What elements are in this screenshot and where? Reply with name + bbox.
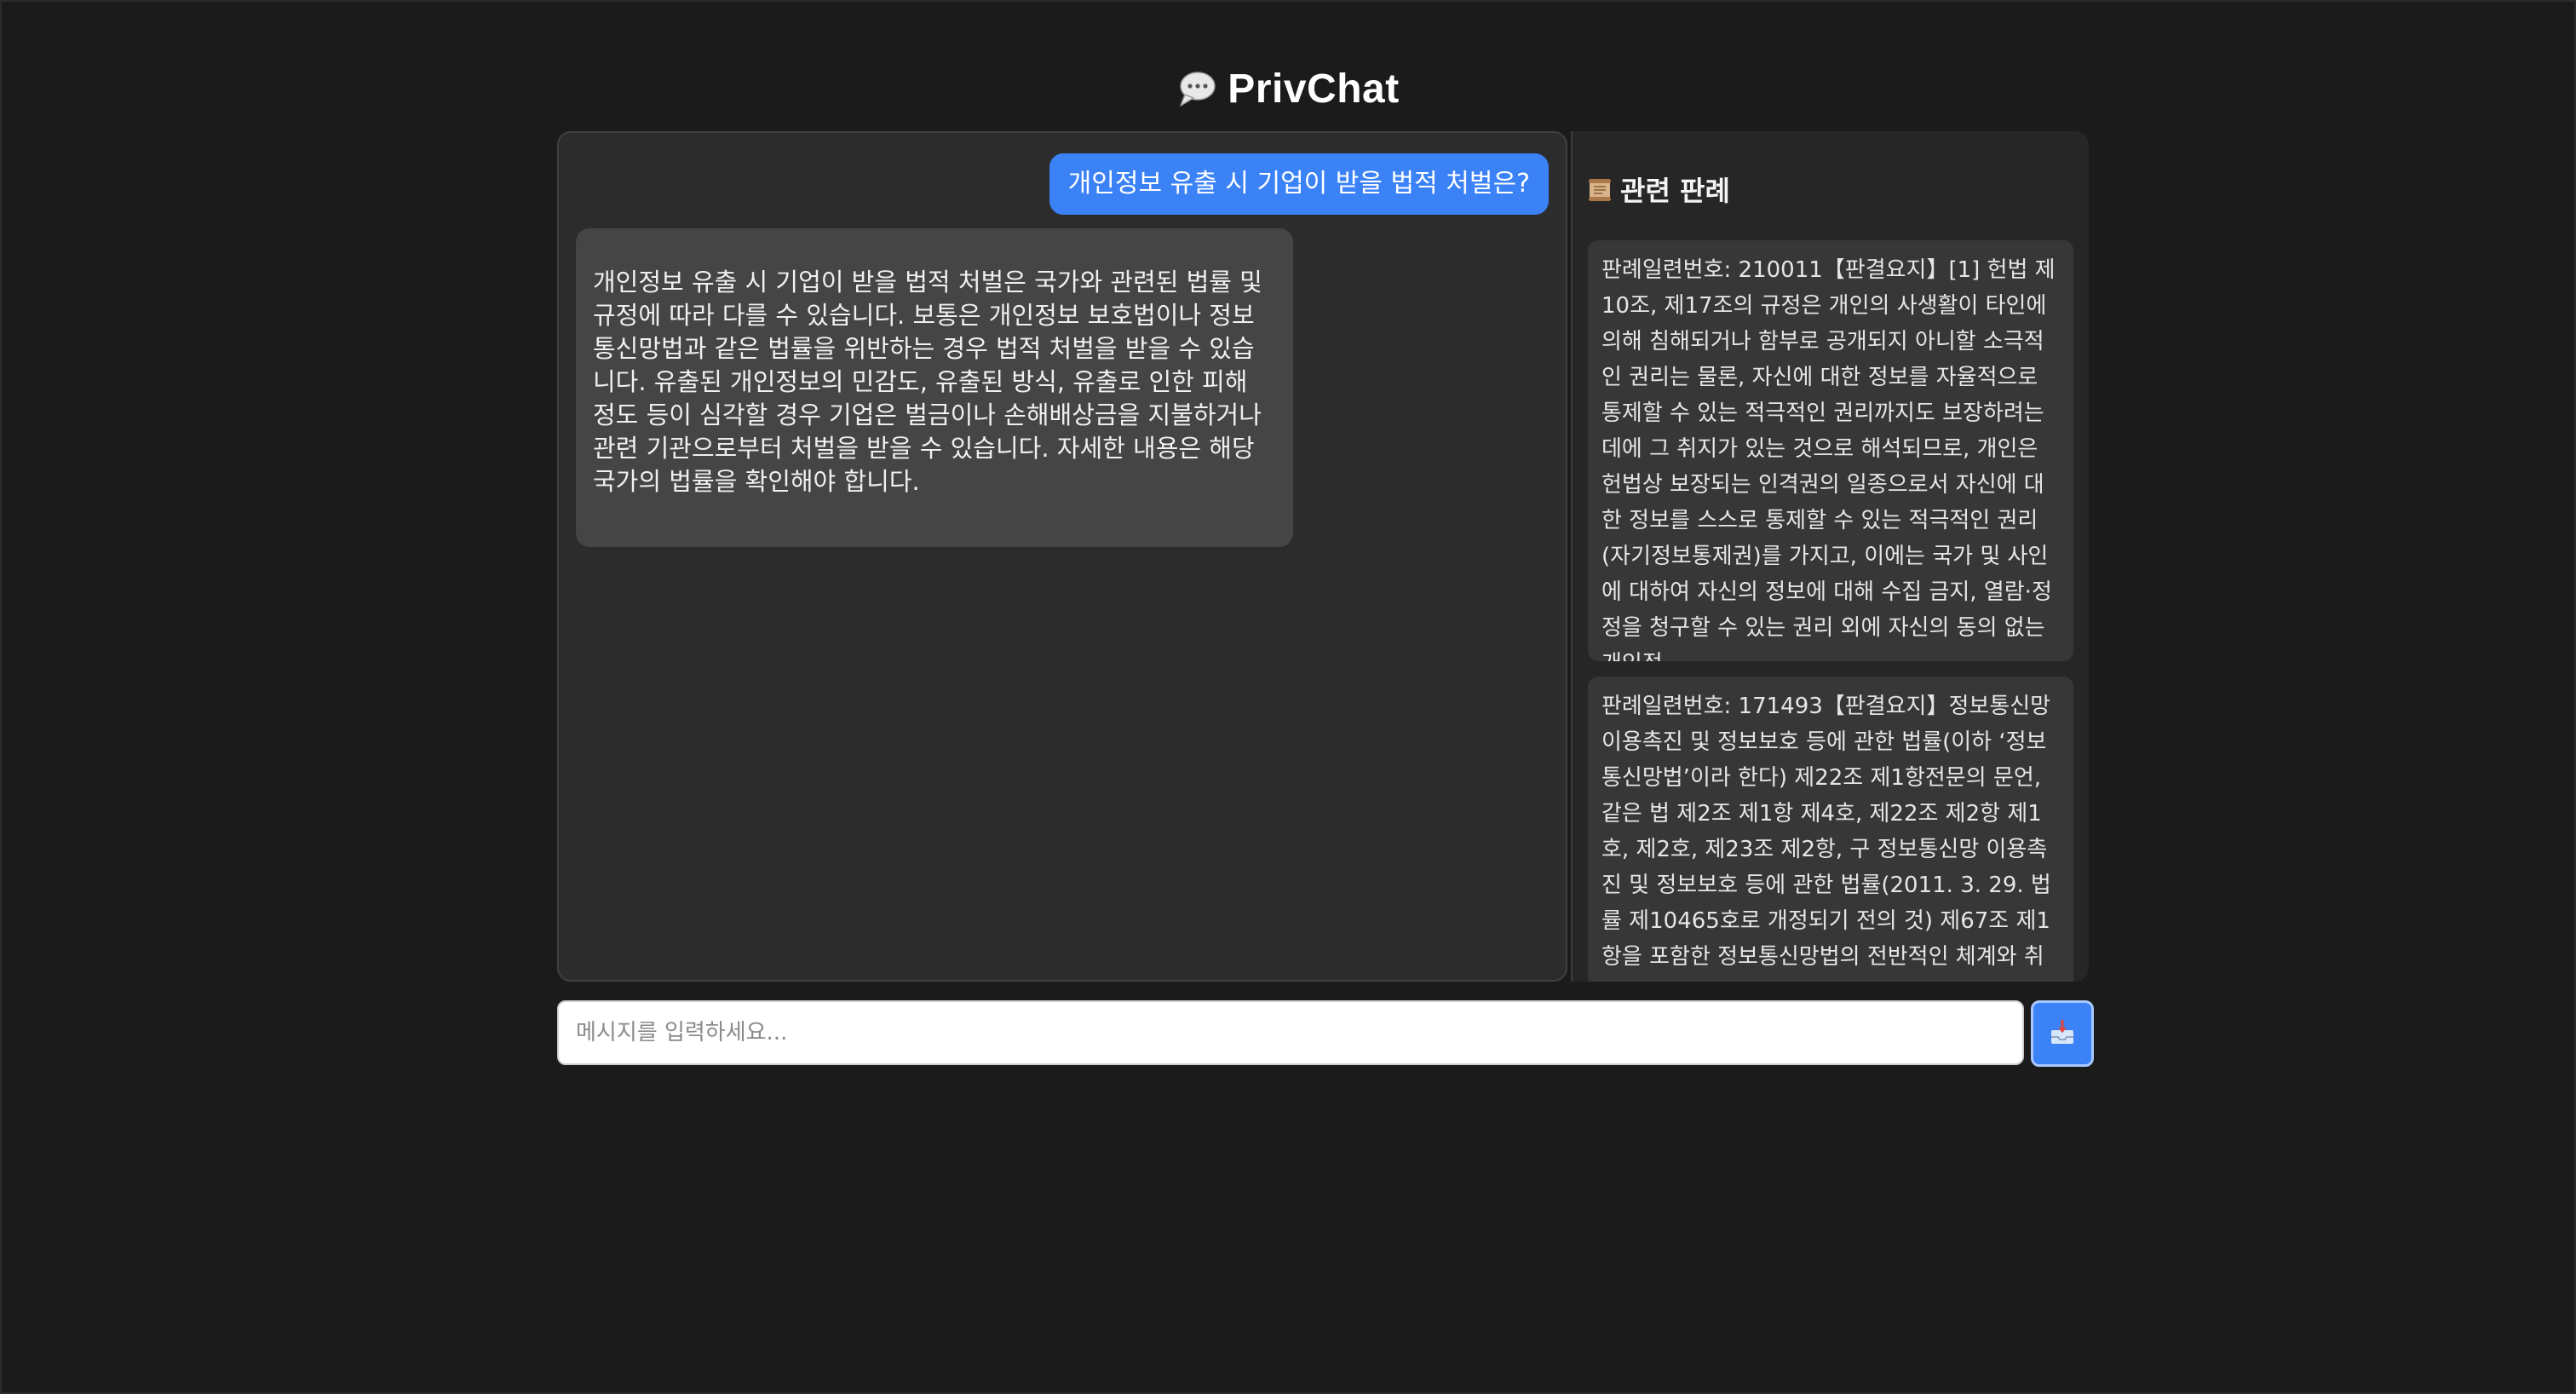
app-header: PrivChat xyxy=(2,55,2574,123)
case-card[interactable]: 판례일련번호: 171493【판결요지】정보통신망 이용촉진 및 정보보호 등에… xyxy=(1588,677,2073,982)
related-cases-panel[interactable]: 관련 판례 판례일련번호: 210011【판결요지】[1] 헌법 제10조, 제… xyxy=(1571,131,2089,982)
inbox-tray-icon xyxy=(2048,1018,2077,1050)
send-button[interactable] xyxy=(2031,1000,2094,1067)
chat-panel[interactable]: 개인정보 유출 시 기업이 받을 법적 처벌은? 개인정보 유출 시 기업이 받… xyxy=(557,131,1567,982)
app-window: PrivChat 개인정보 유출 시 기업이 받을 법적 처벌은? 개인정보 유… xyxy=(0,0,2576,1394)
message-composer xyxy=(557,1000,2094,1067)
case-card[interactable]: 판례일련번호: 210011【판결요지】[1] 헌법 제10조, 제17조의 규… xyxy=(1588,240,2073,661)
scroll-icon xyxy=(1586,176,1613,203)
user-message: 개인정보 유출 시 기업이 받을 법적 처벌은? xyxy=(1049,153,1549,215)
related-cases-title: 관련 판례 xyxy=(1620,175,1730,207)
speech-bubble-icon xyxy=(1176,68,1217,109)
message-input[interactable] xyxy=(557,1000,2024,1065)
app-title: PrivChat xyxy=(1228,66,1400,112)
related-cases-header: 관련 판례 xyxy=(1586,170,1730,208)
assistant-message: 개인정보 유출 시 기업이 받을 법적 처벌은 국가와 관련된 법률 및 규정에… xyxy=(576,228,1293,547)
